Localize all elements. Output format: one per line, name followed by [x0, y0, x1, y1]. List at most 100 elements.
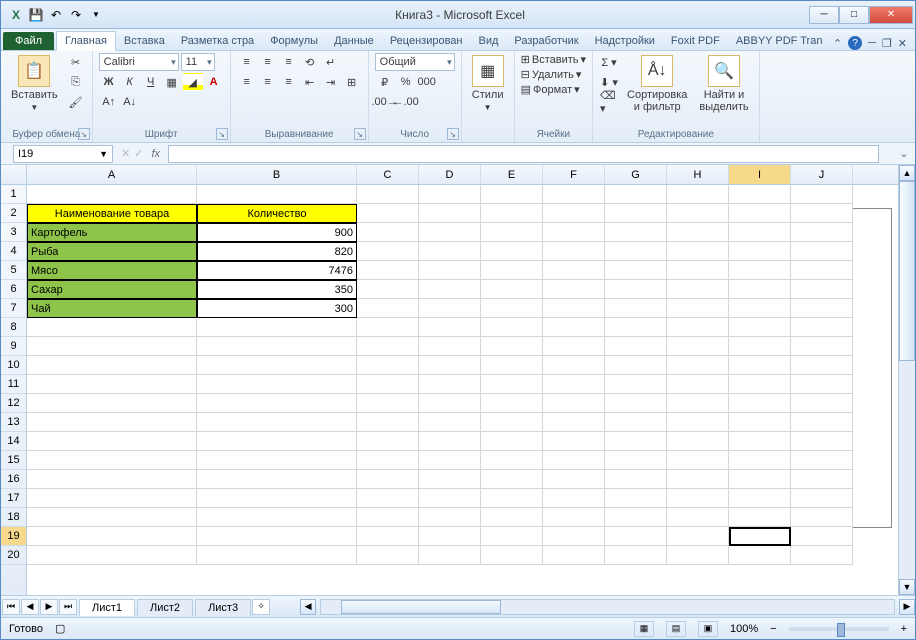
cell[interactable]	[357, 527, 419, 546]
cell[interactable]	[419, 356, 481, 375]
cell[interactable]	[729, 280, 791, 299]
cell[interactable]	[667, 451, 729, 470]
cell[interactable]	[791, 299, 853, 318]
cell[interactable]	[543, 204, 605, 223]
cell[interactable]	[419, 337, 481, 356]
cell[interactable]	[667, 432, 729, 451]
row-header[interactable]: 12	[1, 394, 26, 413]
cell[interactable]	[791, 375, 853, 394]
cell[interactable]	[543, 261, 605, 280]
macro-record-icon[interactable]: ▢	[55, 622, 65, 635]
cell[interactable]	[357, 432, 419, 451]
sheet-nav-first-icon[interactable]: ⏮	[2, 599, 20, 615]
row-header[interactable]: 13	[1, 413, 26, 432]
cell[interactable]	[729, 261, 791, 280]
cell[interactable]	[543, 470, 605, 489]
cell[interactable]	[419, 280, 481, 299]
row-header[interactable]: 9	[1, 337, 26, 356]
cell[interactable]	[729, 546, 791, 565]
sheet-tab[interactable]: Лист2	[137, 599, 193, 616]
cell[interactable]	[605, 394, 667, 413]
cell[interactable]	[481, 280, 543, 299]
dialog-launcher-icon[interactable]: ↘	[78, 128, 90, 140]
cell[interactable]	[729, 451, 791, 470]
row-header[interactable]: 3	[1, 223, 26, 242]
cell[interactable]	[197, 546, 357, 565]
cell[interactable]	[791, 242, 853, 261]
cell[interactable]	[357, 280, 419, 299]
enter-formula-icon[interactable]: ✓	[134, 147, 143, 160]
cell[interactable]	[729, 299, 791, 318]
cell[interactable]	[791, 470, 853, 489]
cell[interactable]	[729, 413, 791, 432]
border-icon[interactable]: ▦	[162, 73, 182, 91]
cell[interactable]	[481, 508, 543, 527]
column-header[interactable]: G	[605, 165, 667, 184]
cell[interactable]	[605, 527, 667, 546]
align-top-icon[interactable]: ≡	[237, 53, 257, 71]
cell[interactable]	[27, 185, 197, 204]
cell[interactable]	[543, 242, 605, 261]
row-header[interactable]: 5	[1, 261, 26, 280]
row-header[interactable]: 1	[1, 185, 26, 204]
cell[interactable]	[791, 185, 853, 204]
cell[interactable]	[357, 470, 419, 489]
cell[interactable]	[667, 489, 729, 508]
cell[interactable]	[481, 318, 543, 337]
cell[interactable]	[667, 508, 729, 527]
cell[interactable]	[667, 394, 729, 413]
zoom-slider[interactable]	[789, 627, 889, 631]
cell[interactable]	[791, 432, 853, 451]
doc-close-icon[interactable]: ✕	[898, 37, 907, 50]
sheet-tab[interactable]: Лист3	[195, 599, 251, 616]
cell[interactable]	[667, 413, 729, 432]
cell[interactable]	[543, 413, 605, 432]
cell[interactable]	[605, 204, 667, 223]
clear-icon[interactable]: ⌫ ▾	[599, 93, 619, 111]
dialog-launcher-icon[interactable]: ↘	[447, 128, 459, 140]
increase-indent-icon[interactable]: ⇥	[321, 73, 341, 91]
cell[interactable]	[419, 432, 481, 451]
pagebreak-view-icon[interactable]: ▣	[698, 621, 718, 637]
cell[interactable]	[197, 527, 357, 546]
cell[interactable]	[27, 527, 197, 546]
cell[interactable]	[481, 546, 543, 565]
cell[interactable]	[197, 508, 357, 527]
cell[interactable]	[667, 261, 729, 280]
cell[interactable]	[791, 413, 853, 432]
file-tab[interactable]: Файл	[3, 32, 54, 50]
cell[interactable]	[667, 318, 729, 337]
cell[interactable]	[791, 451, 853, 470]
cell[interactable]	[197, 489, 357, 508]
cell[interactable]	[729, 432, 791, 451]
cell[interactable]	[605, 280, 667, 299]
cell[interactable]	[605, 489, 667, 508]
cell[interactable]	[543, 223, 605, 242]
column-header[interactable]: B	[197, 165, 357, 184]
cell[interactable]	[27, 394, 197, 413]
cell[interactable]	[729, 470, 791, 489]
cell[interactable]: Мясо	[27, 261, 197, 280]
cell[interactable]	[543, 527, 605, 546]
cell[interactable]	[357, 489, 419, 508]
merge-icon[interactable]: ⊞	[342, 73, 362, 91]
undo-icon[interactable]: ↶	[47, 6, 65, 24]
cell[interactable]	[667, 375, 729, 394]
cell[interactable]	[729, 223, 791, 242]
currency-icon[interactable]: ₽	[375, 73, 395, 91]
align-right-icon[interactable]: ≡	[279, 73, 299, 91]
row-header[interactable]: 10	[1, 356, 26, 375]
cell[interactable]	[791, 489, 853, 508]
column-header[interactable]: F	[543, 165, 605, 184]
wrap-text-icon[interactable]: ↵	[321, 53, 341, 71]
cell[interactable]	[605, 261, 667, 280]
cell[interactable]	[791, 337, 853, 356]
sheet-nav-next-icon[interactable]: ▶	[40, 599, 58, 615]
cell[interactable]	[481, 432, 543, 451]
row-header[interactable]: 16	[1, 470, 26, 489]
cell[interactable]	[729, 375, 791, 394]
cell[interactable]	[481, 337, 543, 356]
autosum-icon[interactable]: Σ ▾	[599, 53, 619, 71]
sheet-tab[interactable]: Лист1	[79, 599, 135, 616]
tab-insert[interactable]: Вставка	[116, 32, 173, 50]
